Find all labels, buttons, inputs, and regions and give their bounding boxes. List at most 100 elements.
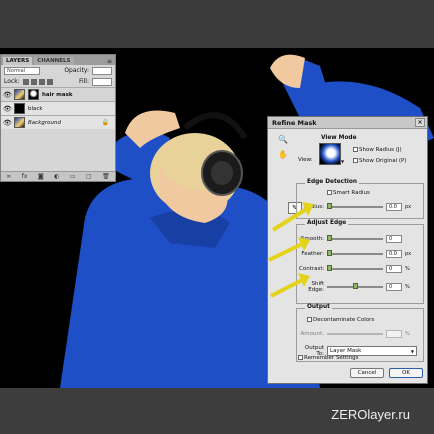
layer-thumb xyxy=(14,103,25,114)
trash-icon[interactable]: 🗑 xyxy=(102,173,110,180)
layers-panel-tabs: LAYERS CHANNELS ≡ xyxy=(1,55,115,65)
amount-input[interactable] xyxy=(386,330,402,338)
eye-icon[interactable]: 👁 xyxy=(3,105,12,113)
remember-settings-label: Remember Settings xyxy=(304,355,359,361)
blend-mode-select[interactable]: Normal xyxy=(4,66,40,75)
fx-icon[interactable]: fx xyxy=(22,173,28,180)
zoom-icon[interactable]: 🔍 xyxy=(278,135,290,144)
lock-transparent-icon[interactable] xyxy=(22,78,29,85)
layer-row-black[interactable]: 👁 black xyxy=(1,101,115,115)
show-radius-label: Show Radius (J) xyxy=(359,147,402,153)
remember-settings-option[interactable]: Remember Settings xyxy=(298,355,359,361)
layer-row-background[interactable]: 👁 Background 🔒 xyxy=(1,115,115,129)
feather-row: Feather: 0.0 px xyxy=(299,250,411,258)
view-label: View: xyxy=(298,157,313,163)
layer-mask-thumb[interactable] xyxy=(28,89,39,100)
cancel-button[interactable]: Cancel xyxy=(350,368,384,378)
contrast-row: Contrast: 0 % xyxy=(299,265,410,273)
lock-row: Lock: Fill: xyxy=(1,76,115,87)
output-title: Output xyxy=(305,304,332,310)
arrow-shift-edge xyxy=(270,273,310,298)
view-mode-thumbnail[interactable] xyxy=(319,143,341,165)
amount-row: Amount: % xyxy=(299,330,410,338)
remember-settings-checkbox[interactable] xyxy=(298,355,303,360)
dialog-tools: 🔍 ✋ xyxy=(278,135,290,165)
adjustment-icon[interactable]: ◐ xyxy=(54,173,59,180)
view-mode-group: View Mode View: ▼ Show Radius (J) Show O… xyxy=(296,134,424,178)
shift-edge-unit: % xyxy=(405,284,410,290)
layer-name: hair mask xyxy=(42,91,73,98)
lock-icon: 🔒 xyxy=(101,119,109,126)
lock-paint-icon[interactable] xyxy=(30,78,37,85)
lock-label: Lock: xyxy=(4,78,20,85)
close-icon[interactable]: × xyxy=(415,118,425,127)
eye-icon[interactable]: 👁 xyxy=(3,119,12,127)
smart-radius-checkbox[interactable] xyxy=(327,190,332,195)
new-layer-icon[interactable]: ▢ xyxy=(86,173,92,180)
show-original-checkbox[interactable] xyxy=(353,158,358,163)
blend-row: Normal Opacity: xyxy=(1,65,115,76)
layer-name: Background xyxy=(28,119,61,126)
hand-icon[interactable]: ✋ xyxy=(278,150,290,159)
output-group: Output Decontaminate Colors Amount: % Ou… xyxy=(296,304,424,362)
radius-slider[interactable] xyxy=(327,203,383,209)
ok-button[interactable]: OK xyxy=(389,368,423,378)
arrow-smooth xyxy=(268,237,310,262)
lock-icons xyxy=(22,78,53,85)
show-radius-option[interactable]: Show Radius (J) xyxy=(353,147,402,153)
chevron-down-icon[interactable]: ▼ xyxy=(411,349,414,354)
show-original-label: Show Original (P) xyxy=(359,158,407,164)
show-original-option[interactable]: Show Original (P) xyxy=(353,158,406,164)
feather-input[interactable]: 0.0 xyxy=(386,250,402,258)
radius-unit: px xyxy=(405,204,412,210)
view-mode-title: View Mode xyxy=(321,135,357,141)
opacity-field[interactable] xyxy=(92,66,112,75)
amount-slider[interactable] xyxy=(327,332,383,336)
decontaminate-option[interactable]: Decontaminate Colors xyxy=(307,317,374,323)
panel-menu-icon[interactable]: ≡ xyxy=(107,58,112,65)
layer-row-hair-mask[interactable]: 👁 hair mask xyxy=(1,87,115,101)
arrow-radius xyxy=(271,202,314,232)
lock-move-icon[interactable] xyxy=(38,78,45,85)
decontaminate-label: Decontaminate Colors xyxy=(313,317,375,323)
smooth-input[interactable]: 0 xyxy=(386,235,402,243)
feather-slider[interactable] xyxy=(327,250,383,256)
watermark: ZEROlayer.ru xyxy=(331,407,410,422)
contrast-unit: % xyxy=(405,266,410,272)
tab-channels[interactable]: CHANNELS xyxy=(34,57,74,65)
layer-name: black xyxy=(28,105,43,112)
edge-detection-title: Edge Detection xyxy=(305,179,359,185)
right-hand xyxy=(270,54,305,88)
show-radius-checkbox[interactable] xyxy=(353,147,358,152)
layer-thumb xyxy=(14,117,25,128)
output-to-value: Layer Mask xyxy=(330,348,362,354)
group-icon[interactable]: ▭ xyxy=(70,173,76,180)
headphone-center xyxy=(211,161,233,185)
decontaminate-checkbox[interactable] xyxy=(307,317,312,322)
fill-label: Fill: xyxy=(78,78,89,85)
amount-unit: % xyxy=(405,331,410,337)
layers-footer: ∞ fx ◙ ◐ ▭ ▢ 🗑 xyxy=(1,171,115,181)
link-icon[interactable]: ∞ xyxy=(6,173,11,180)
eye-icon[interactable]: 👁 xyxy=(3,91,12,99)
layers-panel: LAYERS CHANNELS ≡ Normal Opacity: Lock: … xyxy=(0,54,116,182)
tab-layers[interactable]: LAYERS xyxy=(3,57,33,65)
shift-edge-input[interactable]: 0 xyxy=(386,283,402,291)
chevron-down-icon[interactable]: ▼ xyxy=(341,159,344,164)
layer-thumb xyxy=(14,89,25,100)
fill-field[interactable] xyxy=(92,77,112,86)
dialog-title: Refine Mask xyxy=(272,118,317,127)
lock-all-icon[interactable] xyxy=(46,78,53,85)
add-mask-icon[interactable]: ◙ xyxy=(38,173,44,180)
shift-edge-slider[interactable] xyxy=(327,283,383,289)
feather-unit: px xyxy=(405,251,412,257)
smooth-slider[interactable] xyxy=(327,235,383,241)
smart-radius-option[interactable]: Smart Radius xyxy=(327,190,370,196)
shift-edge-row: Shift Edge: 0 % xyxy=(299,281,410,293)
amount-label: Amount: xyxy=(300,331,324,337)
radius-input[interactable]: 0.0 xyxy=(386,203,402,211)
contrast-slider[interactable] xyxy=(327,265,383,271)
contrast-input[interactable]: 0 xyxy=(386,265,402,273)
smart-radius-label: Smart Radius xyxy=(333,190,370,196)
opacity-label: Opacity: xyxy=(64,67,89,74)
